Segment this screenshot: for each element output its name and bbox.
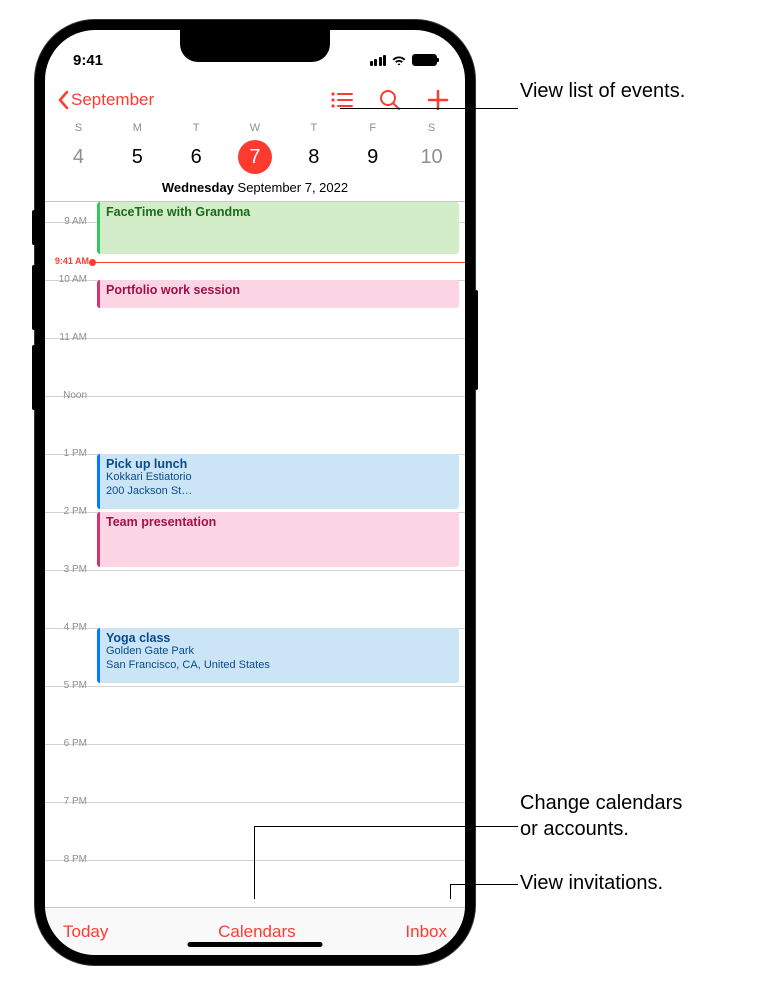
callout-line [340, 108, 518, 109]
weekday-letter: M [108, 122, 167, 140]
event-subtitle: 200 Jackson St… [106, 485, 453, 499]
list-icon [331, 91, 353, 109]
calendar-event[interactable]: Yoga classGolden Gate ParkSan Francisco,… [97, 628, 459, 683]
callout-line [254, 826, 255, 899]
hour-label: Noon [45, 390, 93, 401]
hour-label: 8 PM [45, 854, 93, 865]
hour-row: 6 PM [45, 744, 465, 802]
day-number[interactable]: 5 [120, 140, 154, 174]
event-title: Pick up lunch [106, 457, 453, 471]
day-number[interactable]: 9 [356, 140, 390, 174]
day-number[interactable]: 4 [61, 140, 95, 174]
event-title: Team presentation [106, 515, 453, 529]
chevron-left-icon [57, 90, 69, 110]
day-timeline[interactable]: 9 AM10 AM11 AMNoon1 PM2 PM3 PM4 PM5 PM6 … [45, 202, 465, 907]
hour-label: 6 PM [45, 738, 93, 749]
hour-label: 5 PM [45, 680, 93, 691]
hour-label: 7 PM [45, 796, 93, 807]
phone-frame: 9:41 September [35, 20, 475, 965]
event-title: Yoga class [106, 631, 453, 645]
calendars-button[interactable]: Calendars [218, 922, 296, 942]
event-subtitle: San Francisco, CA, United States [106, 659, 453, 673]
status-icons [370, 52, 438, 69]
wifi-icon [391, 52, 407, 69]
side-button-power [474, 290, 478, 390]
today-button[interactable]: Today [63, 922, 108, 942]
notch [180, 30, 330, 62]
event-subtitle: Kokkari Estiatorio [106, 471, 453, 485]
week-header: SMTWTFS 45678910 Wednesday September 7, … [45, 122, 465, 201]
selected-date-label: Wednesday September 7, 2022 [49, 174, 461, 195]
hour-row: 7 PM [45, 802, 465, 860]
hour-label: 10 AM [45, 274, 93, 285]
back-label: September [71, 90, 154, 110]
event-title: Portfolio work session [106, 283, 453, 297]
day-number[interactable]: 7 [238, 140, 272, 174]
callout-list: View list of events. [520, 78, 685, 104]
hour-label: 11 AM [45, 332, 93, 343]
weekday-letter: W [226, 122, 285, 140]
toolbar: Today Calendars Inbox [45, 907, 465, 955]
hour-row: 5 PM [45, 686, 465, 744]
list-view-button[interactable] [331, 91, 353, 109]
calendar-event[interactable]: Team presentation [97, 512, 459, 567]
current-time-label: 9:41 AM [45, 256, 89, 266]
hour-label: 9 AM [45, 216, 93, 227]
hour-row: 8 PM [45, 860, 465, 907]
hour-label: 1 PM [45, 448, 93, 459]
event-subtitle: Golden Gate Park [106, 645, 453, 659]
weekday-letter: T [284, 122, 343, 140]
callout-inbox: View invitations. [520, 870, 663, 896]
day-number[interactable]: 10 [415, 140, 449, 174]
callout-line [450, 884, 518, 885]
calendar-event[interactable]: Portfolio work session [97, 280, 459, 308]
callout-line [450, 884, 451, 899]
hour-label: 3 PM [45, 564, 93, 575]
side-button-volume-down [32, 345, 36, 410]
side-button-volume-up [32, 265, 36, 330]
status-time: 9:41 [73, 52, 103, 69]
day-number[interactable]: 8 [297, 140, 331, 174]
calendar-event[interactable]: FaceTime with Grandma [97, 202, 459, 254]
back-button[interactable]: September [57, 90, 154, 110]
hour-label: 2 PM [45, 506, 93, 517]
inbox-button[interactable]: Inbox [405, 922, 447, 942]
hour-row: 11 AM [45, 338, 465, 396]
battery-icon [412, 54, 437, 66]
weekday-letter: T [167, 122, 226, 140]
weekday-letter: S [49, 122, 108, 140]
callout-line [254, 826, 518, 827]
current-time-indicator: 9:41 AM [93, 262, 465, 263]
screen: 9:41 September [45, 30, 465, 955]
weekday-letter: S [402, 122, 461, 140]
side-button-mute [32, 210, 36, 245]
hour-label: 4 PM [45, 622, 93, 633]
event-title: FaceTime with Grandma [106, 205, 453, 219]
cellular-icon [370, 55, 387, 66]
callout-calendars: Change calendars or accounts. [520, 790, 682, 842]
calendar-event[interactable]: Pick up lunchKokkari Estiatorio200 Jacks… [97, 454, 459, 509]
weekday-letter: F [343, 122, 402, 140]
home-indicator[interactable] [188, 942, 323, 947]
hour-row: Noon [45, 396, 465, 454]
nav-bar: September [45, 78, 465, 122]
day-number[interactable]: 6 [179, 140, 213, 174]
hour-row: 3 PM [45, 570, 465, 628]
